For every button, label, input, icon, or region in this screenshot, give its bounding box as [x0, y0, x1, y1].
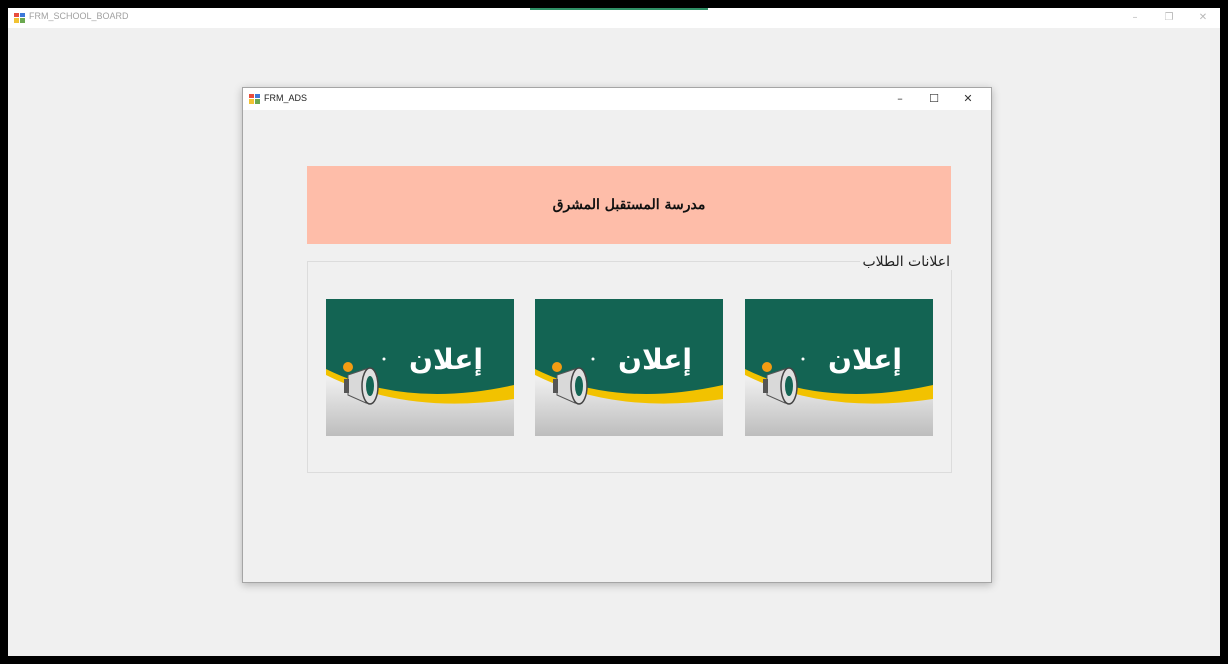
announcement-card[interactable]: إعلان: [745, 299, 933, 436]
ads-minimize-button[interactable]: –: [883, 88, 917, 110]
outer-title-bar[interactable]: FRM_SCHOOL_BOARD – ❐ ✕: [8, 8, 1220, 28]
outer-close-button[interactable]: ✕: [1186, 8, 1220, 28]
ads-title-bar[interactable]: FRM_ADS – ☐ ✕: [243, 88, 991, 110]
ads-window-title: FRM_ADS: [264, 93, 308, 103]
outer-window-title: FRM_SCHOOL_BOARD: [29, 11, 129, 21]
outer-restore-button[interactable]: ❐: [1152, 8, 1186, 28]
announcement-card[interactable]: إعلان: [535, 299, 723, 436]
school-name-banner: مدرسة المستقبل المشرق: [307, 166, 951, 244]
announcement-image: إعلان: [535, 299, 723, 436]
announcements-groupbox: اعلانات الطلاب إعلان إعلان إعلان: [307, 254, 952, 473]
announcement-text: إعلان: [409, 343, 483, 377]
title-accent-bar: [530, 8, 708, 10]
announcement-image: إعلان: [745, 299, 933, 436]
announcements-legend: اعلانات الطلاب: [860, 254, 952, 270]
announcement-text: إعلان: [828, 343, 902, 377]
ads-maximize-button[interactable]: ☐: [917, 88, 951, 110]
announcement-card[interactable]: إعلان: [326, 299, 514, 436]
ads-window: FRM_ADS – ☐ ✕ مدرسة المستقبل المشرق اعلا…: [242, 87, 992, 583]
announcement-text: إعلان: [618, 343, 692, 377]
school-name-label: مدرسة المستقبل المشرق: [552, 197, 706, 213]
announcement-image: إعلان: [326, 299, 514, 436]
ads-close-button[interactable]: ✕: [951, 88, 985, 110]
school-board-window: FRM_SCHOOL_BOARD – ❐ ✕ FRM_ADS – ☐ ✕ مدر…: [8, 8, 1220, 656]
app-icon: [249, 94, 260, 104]
outer-minimize-button[interactable]: –: [1118, 8, 1152, 28]
app-icon: [14, 13, 25, 23]
